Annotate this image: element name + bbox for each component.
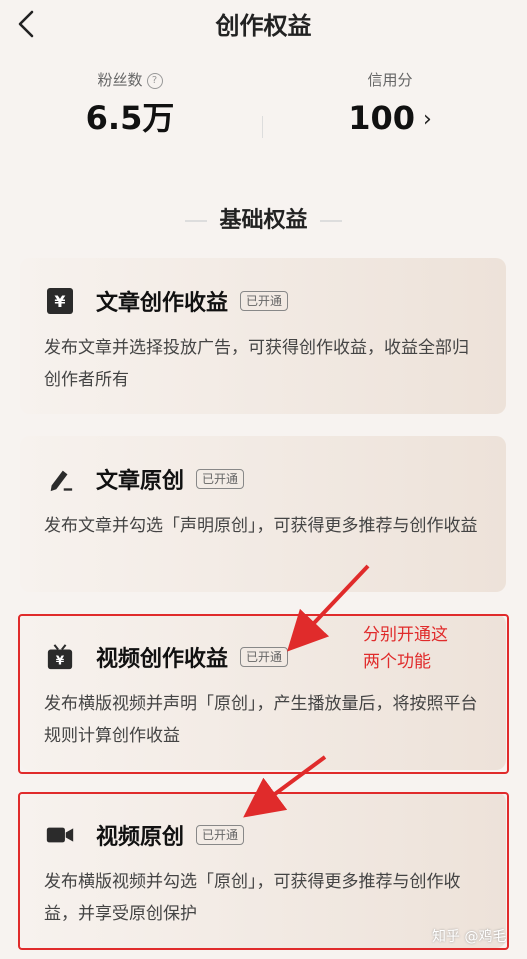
arrow-to-video-original-badge — [243, 755, 327, 818]
watermark: 知乎 @鸡毛 — [432, 929, 507, 945]
arrow-to-video-revenue-badge — [287, 564, 370, 652]
annotation-line-1: 分别开通这 — [363, 625, 448, 645]
annotation-arrows — [243, 564, 370, 818]
annotation-line-2: 两个功能 — [363, 652, 431, 672]
annotation-text: 分别开通这 两个功能 — [363, 622, 448, 676]
